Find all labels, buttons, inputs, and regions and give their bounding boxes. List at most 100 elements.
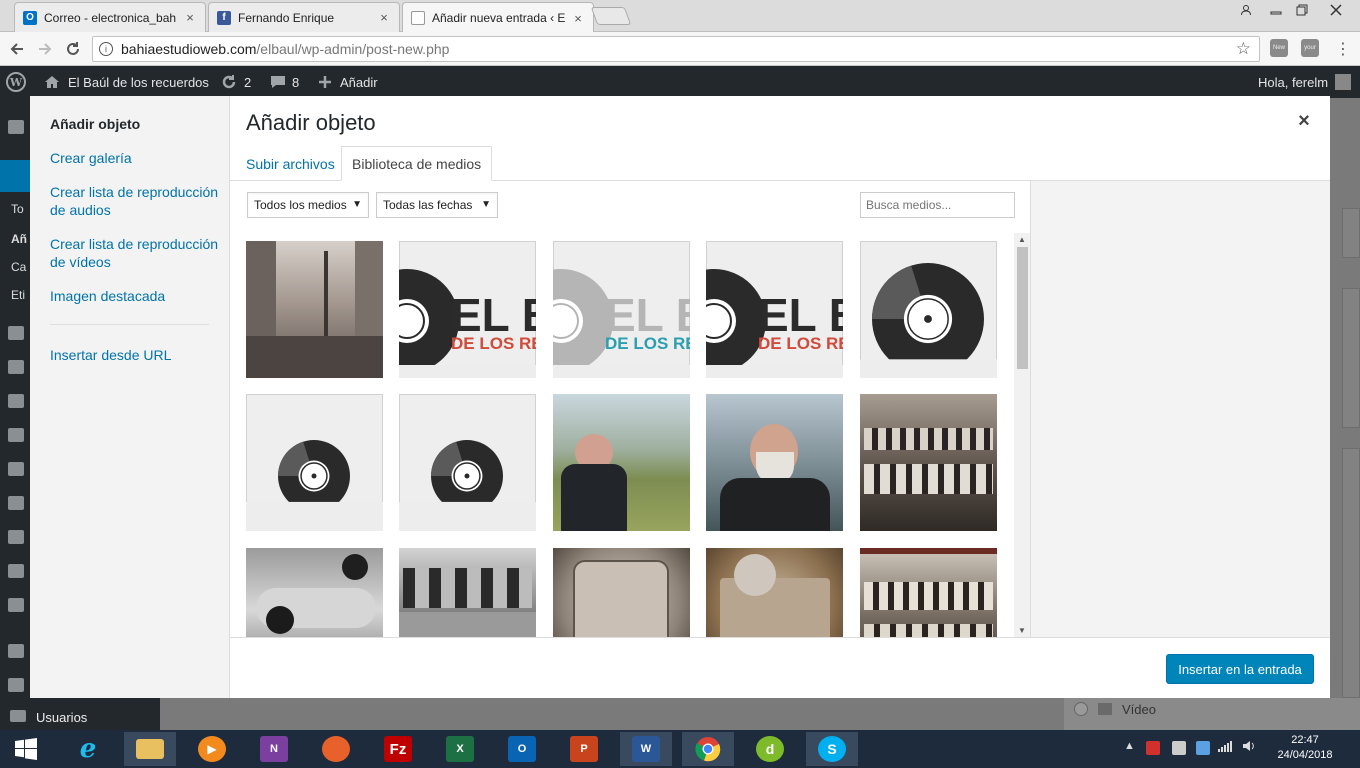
menu-dots-icon[interactable]: ⋮: [1332, 38, 1354, 60]
system-clock[interactable]: 22:47 24/04/2018: [1270, 733, 1340, 763]
account-greeting[interactable]: Hola, ferelm: [1258, 66, 1328, 98]
dashboard-icon[interactable]: [8, 120, 24, 134]
dropbox-icon[interactable]: [1196, 741, 1210, 755]
gmail-notifier-icon[interactable]: [1146, 741, 1160, 755]
dreamweaver-icon[interactable]: d: [744, 732, 796, 766]
forward-icon[interactable]: [34, 38, 56, 60]
gallery-icon[interactable]: [8, 496, 24, 510]
close-tab-icon[interactable]: ×: [571, 11, 585, 26]
new-tab-button[interactable]: [590, 7, 632, 25]
appearance-icon[interactable]: [8, 644, 24, 658]
bookmark-star-icon[interactable]: ☆: [1236, 39, 1251, 59]
extension-icon[interactable]: New: [1270, 39, 1288, 57]
menu-create-video-playlist[interactable]: Crear lista de reproducción de vídeos: [50, 235, 220, 271]
date-filter[interactable]: Todas las fechas ▼: [376, 192, 498, 218]
scrollbar-thumb[interactable]: [1017, 247, 1028, 369]
tab-media-library[interactable]: Biblioteca de medios: [341, 146, 493, 181]
attachment-thumbnail[interactable]: [706, 548, 843, 637]
site-info-icon[interactable]: i: [99, 42, 113, 56]
scrollbar[interactable]: ▲ ▼: [1014, 233, 1030, 637]
updates-icon[interactable]: [220, 66, 238, 98]
calendar-icon[interactable]: [8, 394, 24, 408]
onenote-icon[interactable]: N: [248, 732, 300, 766]
attachment-thumbnail[interactable]: [553, 548, 690, 637]
skype-icon[interactable]: S: [806, 732, 858, 766]
restore-button[interactable]: [1288, 0, 1316, 20]
profile-icon[interactable]: [1232, 0, 1260, 20]
browser-tab-facebook[interactable]: f Fernando Enrique ×: [208, 2, 400, 32]
outlook-icon[interactable]: O: [496, 732, 548, 766]
menu-featured-image[interactable]: Imagen destacada: [50, 287, 220, 305]
attachment-thumbnail[interactable]: [860, 394, 997, 531]
attachment-thumbnail[interactable]: EL BA DE LOS REC: [706, 241, 843, 378]
new-content-link[interactable]: Añadir: [340, 66, 378, 98]
wp-menu-label[interactable]: Añ: [11, 232, 27, 246]
reload-icon[interactable]: [62, 38, 84, 60]
media-type-filter[interactable]: Todos los medios ▼: [247, 192, 369, 218]
address-bar[interactable]: i bahiaestudioweb.com/elbaul/wp-admin/po…: [92, 36, 1260, 62]
comments-icon[interactable]: [270, 66, 286, 98]
pages-icon[interactable]: [8, 530, 24, 544]
browser-tab-wordpress[interactable]: Añadir nueva entrada ‹ E ×: [402, 2, 594, 33]
wordpress-logo-icon[interactable]: W: [6, 66, 26, 98]
close-tab-icon[interactable]: ×: [377, 10, 391, 25]
back-icon[interactable]: [6, 38, 28, 60]
video-icon[interactable]: [8, 428, 24, 442]
tools-icon[interactable]: [8, 678, 24, 692]
media-search-input[interactable]: [860, 192, 1015, 218]
page-icon: [411, 11, 425, 25]
attachment-thumbnail[interactable]: [399, 548, 536, 637]
file-explorer-icon[interactable]: [124, 732, 176, 766]
attachment-thumbnail[interactable]: [246, 394, 383, 531]
start-button[interactable]: [0, 732, 52, 766]
media-player-icon[interactable]: ▶: [186, 732, 238, 766]
site-name-link[interactable]: El Baúl de los recuerdos: [68, 66, 209, 98]
attachment-thumbnail[interactable]: [246, 548, 383, 637]
menu-create-audio-playlist[interactable]: Crear lista de reproducción de audios: [50, 183, 220, 219]
attachment-thumbnail[interactable]: EL BA DE LOS REC: [399, 241, 536, 378]
attachment-thumbnail[interactable]: [860, 241, 997, 378]
ie-icon[interactable]: e: [62, 732, 114, 766]
wp-menu-label[interactable]: Eti: [11, 288, 25, 302]
comments-menu-icon[interactable]: [8, 564, 24, 578]
firefox-icon[interactable]: [310, 732, 362, 766]
attachment-thumbnail[interactable]: EL BA DE LOS REC: [553, 241, 690, 378]
wp-users-menu[interactable]: Usuarios: [0, 698, 160, 730]
close-window-button[interactable]: [1322, 0, 1350, 20]
attachment-thumbnail[interactable]: [399, 394, 536, 531]
extension-icon[interactable]: your: [1301, 39, 1319, 57]
word-icon[interactable]: W: [620, 732, 672, 766]
volume-icon[interactable]: [1242, 740, 1256, 755]
filezilla-icon[interactable]: Fz: [372, 732, 424, 766]
menu-add-media[interactable]: Añadir objeto: [50, 115, 220, 133]
browser-tab-mail[interactable]: O Correo - electronica_bah ×: [14, 2, 206, 32]
mail-icon[interactable]: [8, 598, 24, 612]
minimize-button[interactable]: [1262, 0, 1290, 20]
insert-into-post-button[interactable]: Insertar en la entrada: [1166, 654, 1314, 684]
powerpoint-icon[interactable]: P: [558, 732, 610, 766]
radio-button[interactable]: [1074, 702, 1088, 716]
attachment-thumbnail[interactable]: [553, 394, 690, 531]
menu-insert-from-url[interactable]: Insertar desde URL: [50, 346, 220, 364]
avatar[interactable]: [1335, 66, 1351, 98]
attachment-thumbnail[interactable]: [860, 548, 997, 637]
media-icon[interactable]: [8, 326, 24, 340]
network-error-icon[interactable]: [1172, 741, 1186, 755]
tab-upload-files[interactable]: Subir archivos: [236, 146, 345, 181]
posts-menu-active[interactable]: [0, 160, 30, 192]
menu-create-gallery[interactable]: Crear galería: [50, 149, 220, 167]
wifi-icon[interactable]: [1218, 740, 1232, 755]
chrome-icon[interactable]: [682, 732, 734, 766]
wp-menu-label[interactable]: To: [11, 202, 24, 216]
links-icon[interactable]: [8, 360, 24, 374]
scroll-up-icon[interactable]: ▲: [1018, 235, 1026, 244]
show-hidden-icons-icon[interactable]: ▲: [1124, 740, 1135, 752]
attachment-thumbnail[interactable]: [706, 394, 843, 531]
wp-menu-label[interactable]: Ca: [11, 260, 26, 274]
excel-icon[interactable]: X: [434, 732, 486, 766]
close-tab-icon[interactable]: ×: [183, 10, 197, 25]
scroll-down-icon[interactable]: ▼: [1018, 626, 1026, 635]
attachment-thumbnail[interactable]: [246, 241, 383, 378]
close-icon[interactable]: ×: [1290, 110, 1318, 134]
plugins-icon[interactable]: [8, 462, 24, 476]
